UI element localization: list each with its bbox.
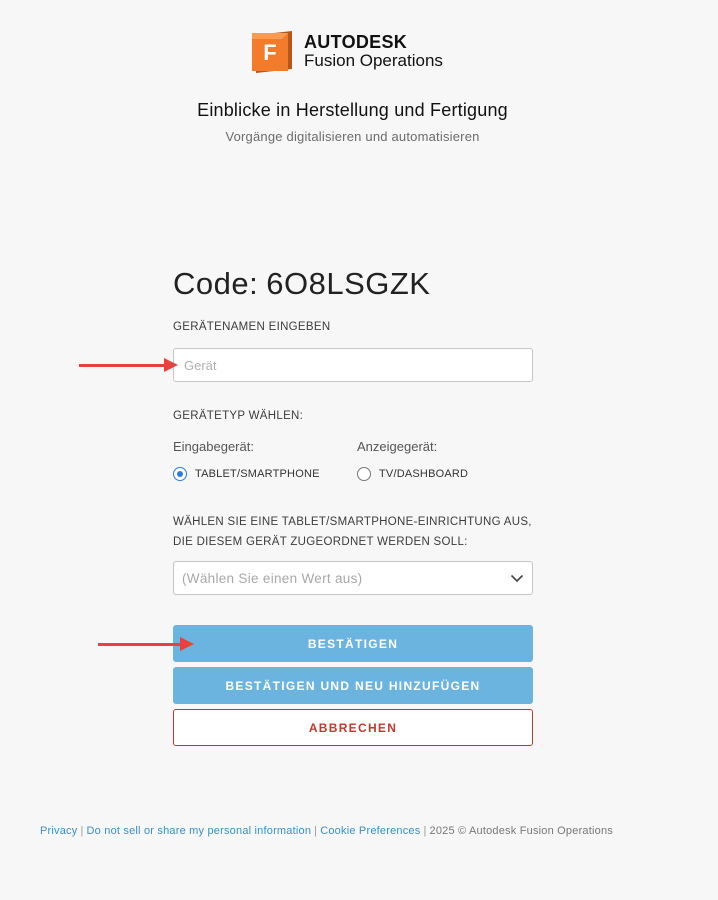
device-registration-form: Code: 6O8LSGZK GERÄTENAMEN EINGEBEN GERÄ… xyxy=(173,262,533,746)
cancel-button[interactable]: ABBRECHEN xyxy=(173,709,533,746)
radio-tablet-label: TABLET/SMARTPHONE xyxy=(195,468,320,480)
setup-label-line2: DIE DIESEM GERÄT ZUGEORDNET WERDEN SOLL: xyxy=(173,536,468,548)
logo-text: AUTODESK Fusion Operations xyxy=(304,33,443,71)
footer-separator: | xyxy=(423,825,427,837)
input-device-caption: Eingabegerät: xyxy=(173,439,254,454)
logo-brand: AUTODESK xyxy=(304,32,408,52)
radio-tablet-smartphone[interactable]: TABLET/SMARTPHONE xyxy=(173,467,320,481)
setup-select-label: WÄHLEN SIE EINE TABLET/SMARTPHONE-EINRIC… xyxy=(173,512,533,552)
footer: Privacy | Do not sell or share my personal… xyxy=(40,825,710,837)
setup-select[interactable]: (Wählen Sie einen Wert aus) xyxy=(173,561,533,595)
radio-tv-icon[interactable] xyxy=(357,467,371,481)
autodesk-fusion-logo-icon: F xyxy=(252,31,296,73)
logo-product: Fusion Operations xyxy=(304,51,443,70)
input-device-group: Eingabegerät: TABLET/SMARTPHONE xyxy=(173,439,320,481)
radio-tv-dashboard[interactable]: TV/DASHBOARD xyxy=(357,467,468,481)
logo-mark-letter: F xyxy=(263,40,276,65)
display-device-group: Anzeigegerät: TV/DASHBOARD xyxy=(357,439,468,481)
device-name-input[interactable] xyxy=(173,348,533,382)
copyright-text: 2025 © Autodesk Fusion Operations xyxy=(429,825,613,837)
footer-separator: | xyxy=(80,825,84,837)
red-arrow-icon xyxy=(98,637,194,651)
page-subtitle: Vorgänge digitalisieren und automatisier… xyxy=(225,129,480,144)
confirm-button[interactable]: BESTÄTIGEN xyxy=(173,625,533,662)
cookie-preferences-link[interactable]: Cookie Preferences xyxy=(320,825,420,837)
setup-label-line1: WÄHLEN SIE EINE TABLET/SMARTPHONE-EINRIC… xyxy=(173,516,532,528)
app-logo: F AUTODESK Fusion Operations xyxy=(252,31,443,73)
do-not-sell-link[interactable]: Do not sell or share my personal informa… xyxy=(87,825,312,837)
radio-tv-label: TV/DASHBOARD xyxy=(379,468,469,480)
setup-select-value: (Wählen Sie einen Wert aus) xyxy=(182,570,363,586)
code-label: Code: xyxy=(173,266,259,301)
device-type-label: GERÄTETYP WÄHLEN: xyxy=(173,410,304,422)
privacy-link[interactable]: Privacy xyxy=(40,825,77,837)
device-name-label: GERÄTENAMEN EINGEBEN xyxy=(173,321,331,333)
page-title: Einblicke in Herstellung und Fertigung xyxy=(197,100,508,120)
footer-separator: | xyxy=(314,825,318,837)
pairing-code: Code: 6O8LSGZK xyxy=(173,262,533,306)
code-value: 6O8LSGZK xyxy=(266,266,431,301)
radio-tablet-icon[interactable] xyxy=(173,467,187,481)
red-arrow-icon xyxy=(79,358,178,372)
chevron-down-icon[interactable] xyxy=(510,571,524,585)
page: F AUTODESK Fusion Operations Einblicke i… xyxy=(0,0,718,900)
display-device-caption: Anzeigegerät: xyxy=(357,439,438,454)
confirm-and-add-button[interactable]: BESTÄTIGEN UND NEU HINZUFÜGEN xyxy=(173,667,533,704)
